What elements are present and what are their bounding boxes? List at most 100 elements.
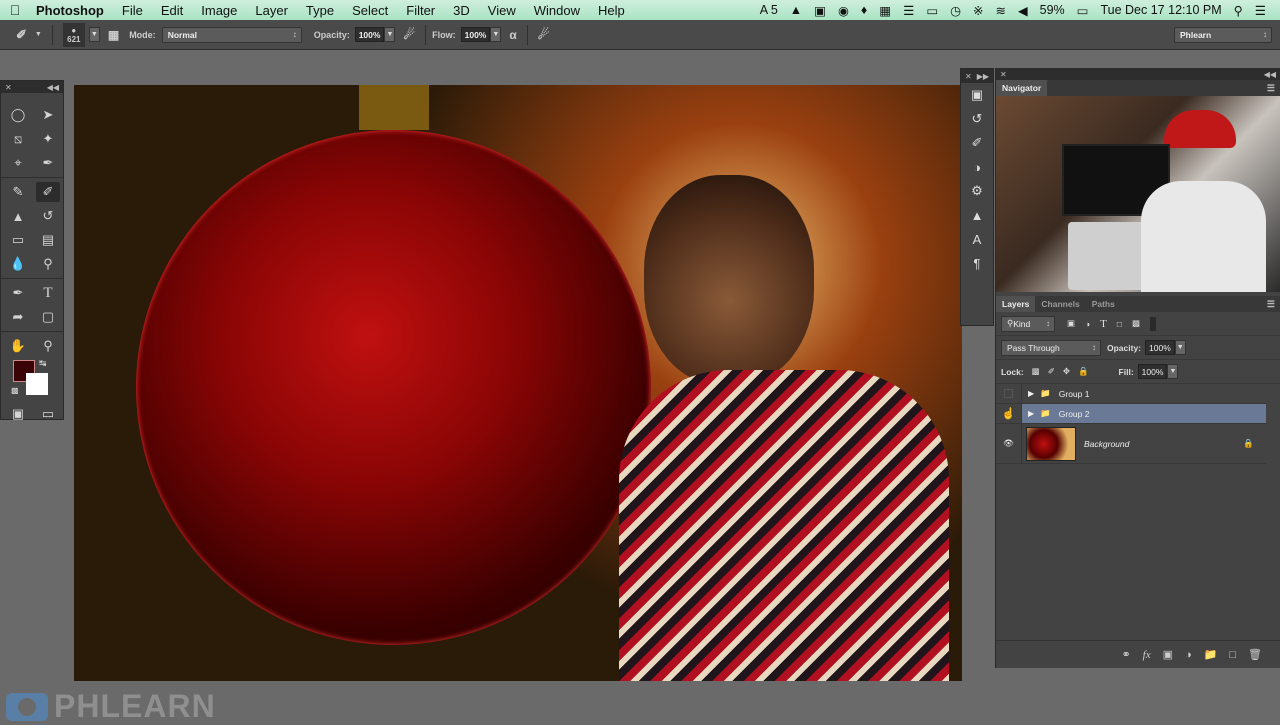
creative-cloud-icon[interactable]: ◉ xyxy=(838,3,849,18)
path-selection-icon[interactable]: ➦ xyxy=(6,307,30,327)
notification-center-icon[interactable]: ☰ xyxy=(1255,3,1266,18)
tab-layers[interactable]: Layers xyxy=(996,296,1036,312)
collapse-icon[interactable]: ◀◀ xyxy=(47,83,59,92)
magic-wand-icon[interactable]: ✦ xyxy=(36,129,60,149)
dodge-tool-icon[interactable]: ⚲ xyxy=(36,254,60,274)
gradient-icon[interactable]: ▤ xyxy=(36,230,60,250)
panel-menu-icon[interactable]: ☰ xyxy=(1267,83,1275,94)
tab-paths[interactable]: Paths xyxy=(1086,296,1121,312)
lock-pixels-icon[interactable]: ✐ xyxy=(1048,366,1055,377)
opacity-dropdown[interactable]: ▼ xyxy=(384,27,396,42)
history-panel-icon[interactable]: ↺ xyxy=(961,107,993,131)
new-group-icon[interactable]: 📁 xyxy=(1204,648,1218,661)
fx-icon[interactable]: fx xyxy=(1143,649,1151,661)
panel-menu-icon[interactable]: ☰ xyxy=(1267,299,1275,310)
close-icon[interactable]: ✕ xyxy=(1000,70,1007,79)
pressure-size-icon[interactable]: ☄ xyxy=(538,25,550,45)
flow-dropdown[interactable]: ▼ xyxy=(490,27,502,42)
filter-type-icon[interactable]: T xyxy=(1100,318,1107,330)
battery-status[interactable]: 59% xyxy=(1040,3,1065,17)
menu-select[interactable]: Select xyxy=(343,3,397,18)
crop-tool-icon[interactable]: ⌖ xyxy=(6,153,30,173)
preset-dropdown-icon[interactable]: ▼ xyxy=(35,25,42,45)
trash-icon[interactable]: 🗑 xyxy=(1248,648,1262,661)
fill-dropdown[interactable]: ▼ xyxy=(1167,364,1179,379)
visibility-toggle[interactable]: 👁 xyxy=(996,424,1022,463)
layer-opacity-input[interactable]: 100% xyxy=(1145,340,1175,355)
layer-opacity-dropdown[interactable]: ▼ xyxy=(1174,340,1186,355)
menu-file[interactable]: File xyxy=(113,3,152,18)
adjustments-icon[interactable]: ◑ xyxy=(961,155,993,179)
collapse-icon[interactable]: ◀◀ xyxy=(1264,70,1276,79)
3d-panel-icon[interactable]: ▣ xyxy=(961,83,993,107)
properties-icon[interactable]: ⚙ xyxy=(961,179,993,203)
default-colors-icon[interactable]: ▩ xyxy=(11,386,19,395)
tab-navigator[interactable]: Navigator xyxy=(996,80,1048,96)
brush-tool-icon[interactable]: ✐ xyxy=(36,182,60,202)
fill-input[interactable]: 100% xyxy=(1137,364,1168,379)
history-brush-icon[interactable]: ↺ xyxy=(36,206,60,226)
layer-row[interactable]: 👁 Background 🔒 xyxy=(996,424,1266,464)
blend-mode-select[interactable]: Pass Through xyxy=(1001,339,1101,356)
time-machine-icon[interactable]: ◷ xyxy=(950,3,961,18)
evernote-icon[interactable]: ♦ xyxy=(861,3,867,17)
brush-tool-preset-icon[interactable]: ✐ xyxy=(16,25,27,45)
airbrush-icon[interactable]: α xyxy=(509,25,516,45)
clone-stamp-icon[interactable]: ▲ xyxy=(6,206,30,226)
mode-select[interactable]: Normal xyxy=(161,26,302,43)
layer-name[interactable]: Background xyxy=(1084,439,1129,449)
list-icon[interactable]: ☰ xyxy=(903,3,914,18)
expand-arrow-icon[interactable]: ▶ xyxy=(1028,389,1034,398)
brush-picker-dropdown[interactable]: ▼ xyxy=(88,27,100,42)
hand-tool-icon[interactable]: ✋ xyxy=(6,336,30,356)
wifi-icon[interactable]: ≋ xyxy=(996,3,1006,18)
eyedropper-icon[interactable]: ✒ xyxy=(36,153,60,173)
document-canvas[interactable] xyxy=(74,85,962,681)
healing-brush-icon[interactable]: ✎ xyxy=(6,182,30,202)
filter-adjustment-icon[interactable]: ◑ xyxy=(1085,319,1090,329)
lock-all-icon[interactable]: 🔒 xyxy=(1078,366,1089,377)
volume-icon[interactable]: ◀ xyxy=(1018,3,1028,18)
filter-shape-icon[interactable]: □ xyxy=(1117,319,1122,329)
lock-position-icon[interactable]: ✥ xyxy=(1063,366,1070,377)
workspace-select[interactable]: Phlearn xyxy=(1174,26,1272,43)
new-layer-icon[interactable]: □ xyxy=(1229,649,1236,661)
filter-pixel-icon[interactable]: ▣ xyxy=(1067,318,1075,329)
move-tool-icon[interactable]: ➤ xyxy=(36,105,60,125)
type-tool-icon[interactable]: T xyxy=(36,283,60,303)
brush-size-picker[interactable]: ● 621 xyxy=(62,22,85,47)
brush-panel-toggle-icon[interactable]: ▦ xyxy=(108,25,119,45)
new-adjustment-icon[interactable]: ◑ xyxy=(1185,649,1192,661)
shape-tool-icon[interactable]: ▢ xyxy=(36,307,60,327)
filter-kind-select[interactable]: ⚲ Kind xyxy=(1001,315,1055,332)
drag-handle[interactable] xyxy=(1,93,63,103)
visibility-toggle[interactable]: ☝ xyxy=(996,404,1022,423)
brush-presets-icon[interactable]: ✐ xyxy=(961,131,993,155)
layer-row[interactable]: ▶ 📁 Group 1 xyxy=(996,384,1266,404)
navigator-preview[interactable] xyxy=(996,96,1280,292)
character-panel-icon[interactable]: A xyxy=(961,227,993,251)
clock[interactable]: Tue Dec 17 12:10 PM xyxy=(1100,3,1221,17)
camera-icon[interactable]: ▣ xyxy=(814,3,826,18)
apple-menu-icon[interactable]:  xyxy=(0,2,30,18)
spotlight-icon[interactable]: ⚲ xyxy=(1234,3,1243,18)
background-color-swatch[interactable] xyxy=(26,373,48,395)
menu-help[interactable]: Help xyxy=(589,3,634,18)
menu-app[interactable]: Photoshop xyxy=(30,3,113,18)
menu-image[interactable]: Image xyxy=(192,3,246,18)
menu-type[interactable]: Type xyxy=(297,3,343,18)
lasso-tool-icon[interactable]: ⧅ xyxy=(6,129,30,149)
close-icon[interactable]: ✕ xyxy=(5,83,12,92)
menu-filter[interactable]: Filter xyxy=(397,3,444,18)
grid-icon[interactable]: ▦ xyxy=(879,3,891,18)
layer-name[interactable]: Group 2 xyxy=(1059,409,1090,419)
expand-arrow-icon[interactable]: ▶ xyxy=(1028,409,1034,418)
airplay-icon[interactable]: ▭ xyxy=(926,3,938,18)
filter-smart-object-icon[interactable]: ▩ xyxy=(1132,318,1140,329)
flow-input[interactable]: 100% xyxy=(460,27,491,42)
pressure-opacity-icon[interactable]: ☄ xyxy=(403,25,415,45)
pen-tool-icon[interactable]: ✒ xyxy=(6,283,30,303)
add-mask-icon[interactable]: ▣ xyxy=(1163,648,1173,661)
zoom-tool-icon[interactable]: ⚲ xyxy=(36,336,60,356)
menu-view[interactable]: View xyxy=(479,3,525,18)
